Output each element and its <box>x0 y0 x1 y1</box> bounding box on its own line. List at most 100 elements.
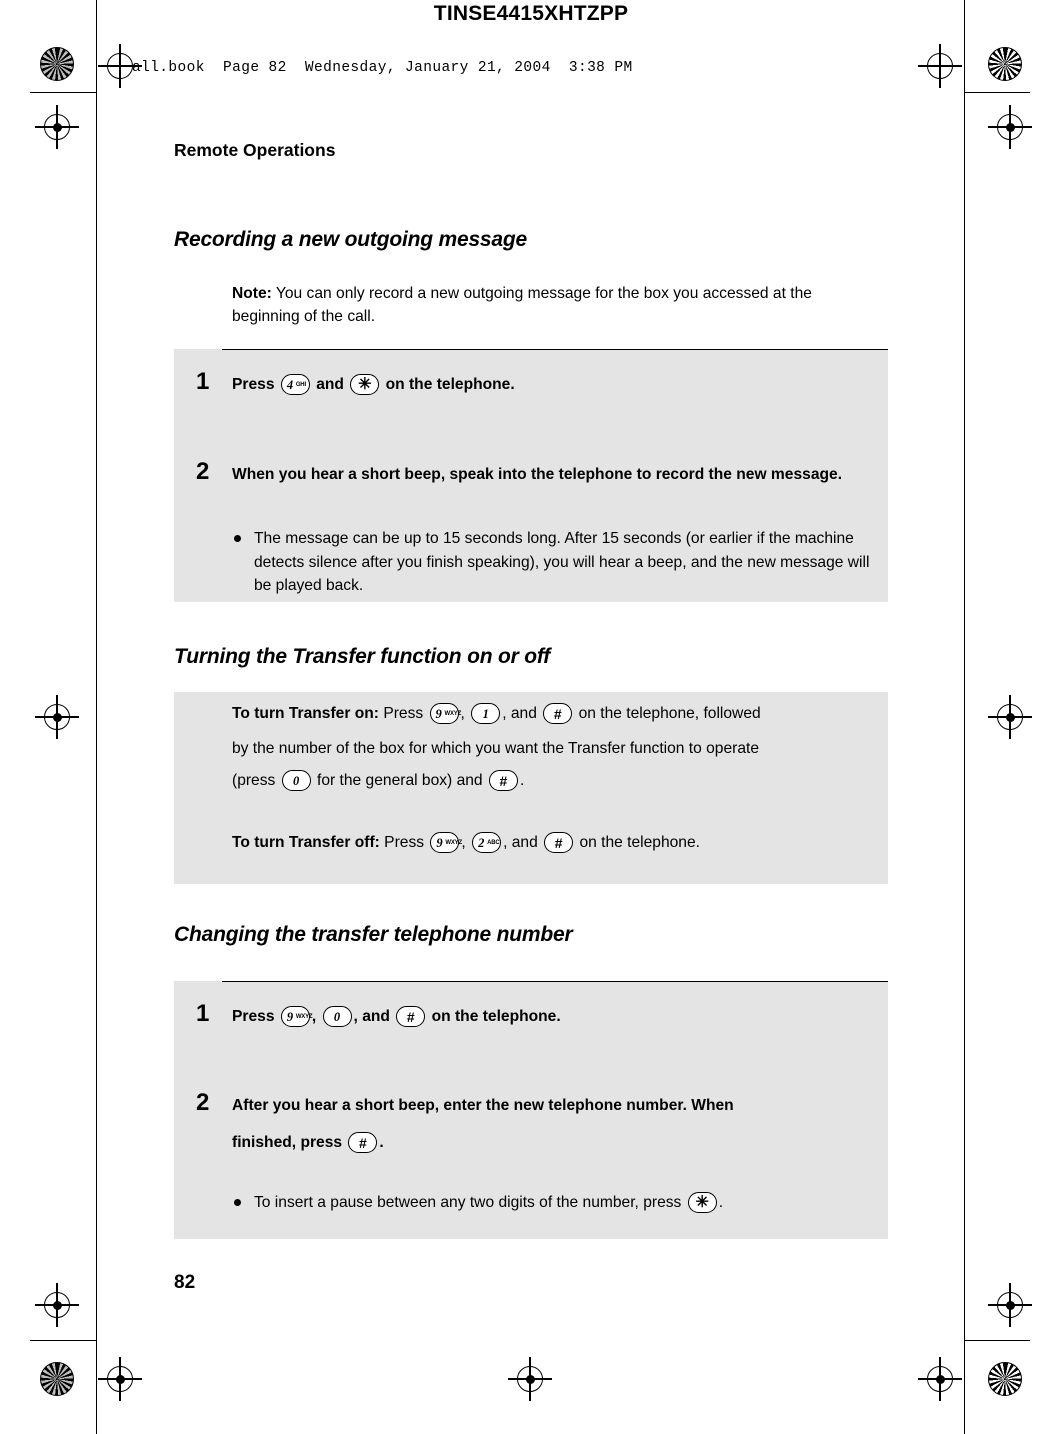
registration-mark-right-upper <box>988 105 1032 149</box>
step-number-3-2: 2 <box>196 1089 210 1116</box>
key-9-digit: 9 <box>435 706 442 721</box>
key-9-digit: 9 <box>286 1009 294 1024</box>
step-text-1-2: When you hear a short beep, speak into t… <box>232 466 843 483</box>
crop-mark-right <box>964 0 966 1434</box>
step-text-3-1: Press 9 WXYZ , 0 , and # on the telephon… <box>232 1005 877 1029</box>
key-hash-change[interactable]: # <box>396 1006 426 1028</box>
star-icon: ✳ <box>358 375 372 393</box>
crop-mark-top-left <box>30 92 96 94</box>
key-0-general-box[interactable]: 0 <box>281 770 311 792</box>
step-1-1-pre: Press <box>232 376 275 393</box>
transfer-off-t4: on the telephone. <box>579 834 700 851</box>
key-9-letters: WXYZ <box>445 839 462 846</box>
hash-icon: # <box>554 834 563 851</box>
key-hash-off[interactable]: # <box>544 832 574 854</box>
registration-mark-right-lower <box>988 1283 1032 1327</box>
running-head: Remote Operations <box>174 140 336 160</box>
step-text-3-2-line2: finished, press # . <box>232 1131 877 1155</box>
key-2-digit: 2 <box>478 835 485 850</box>
key-4-ghi[interactable]: 4 GHI <box>280 374 310 396</box>
transfer-off-t1: Press <box>379 834 425 851</box>
hash-icon: # <box>359 1134 367 1151</box>
key-9-letters: WXYZ <box>444 710 462 717</box>
registration-starburst-top-left <box>40 47 74 81</box>
step-1-1-post: on the telephone. <box>385 376 515 393</box>
tinse-code: TINSE4415XHTZPP <box>433 2 629 25</box>
key-9-wxyz-on[interactable]: 9 WXYZ <box>429 703 462 725</box>
key-4-digit: 4 <box>286 377 294 392</box>
section-heading-transfer: Turning the Transfer function on or off <box>174 645 551 668</box>
note-recording: Note: You can only record a new outgoing… <box>232 282 877 328</box>
key-star[interactable]: ✳ <box>350 374 380 396</box>
hash-icon: # <box>406 1008 415 1025</box>
crop-mark-bottom-left <box>30 1340 96 1342</box>
key-hash-finish[interactable]: # <box>348 1132 378 1154</box>
transfer-on-label: To turn Transfer on: <box>232 705 379 722</box>
step-text-3-2-line1: After you hear a short beep, enter the n… <box>232 1097 734 1114</box>
bullet-3-2-tail: . <box>718 1194 724 1211</box>
transfer-on-line3: (press 0 for the general box) and # . <box>232 768 892 793</box>
file-stamp: all.book Page 82 Wednesday, January 21, … <box>132 60 633 76</box>
transfer-on-line3b: for the general box) and <box>317 772 483 789</box>
step-number-1-1: 1 <box>196 368 210 395</box>
key-9-letters: WXYZ <box>295 1013 313 1020</box>
key-4-letters: GHI <box>295 381 306 388</box>
transfer-on-line3c: . <box>519 772 525 789</box>
key-2-abc[interactable]: 2 ABC <box>472 832 502 854</box>
registration-starburst-bottom-right <box>988 1362 1022 1396</box>
registration-mark-left-middle <box>35 695 79 739</box>
registration-starburst-top-right <box>988 47 1022 81</box>
key-0-digit: 0 <box>333 1009 341 1024</box>
step-3-1-post: on the telephone. <box>431 1008 561 1025</box>
key-9-wxyz-off[interactable]: 9 WXYZ <box>430 832 462 854</box>
step-3-2-text2a: finished, press <box>232 1134 343 1151</box>
step-3-1-pre: Press <box>232 1008 275 1025</box>
bullet-text-3-2-a: To insert a pause between any two digits… <box>254 1191 874 1215</box>
transfer-off-label: To turn Transfer off: <box>232 834 380 851</box>
bullet-text-1-2-a: The message can be up to 15 seconds long… <box>254 530 870 594</box>
registration-mark-left-upper <box>35 105 79 149</box>
transfer-off-paragraph: To turn Transfer off: Press 9 WXYZ , 2 A… <box>232 830 892 855</box>
note-text: You can only record a new outgoing messa… <box>232 285 812 325</box>
key-0-change[interactable]: 0 <box>322 1006 352 1028</box>
transfer-off-t3: , and <box>503 834 538 851</box>
transfer-on-paragraph: To turn Transfer on: Press 9 WXYZ , 1 , … <box>232 701 877 726</box>
key-0-digit: 0 <box>293 773 300 788</box>
key-star-pause[interactable]: ✳ <box>687 1192 717 1214</box>
section-heading-changing-number: Changing the transfer telephone number <box>174 923 573 946</box>
key-2-letters: ABC <box>487 839 500 846</box>
key-hash-on[interactable]: # <box>543 703 573 725</box>
hash-icon: # <box>499 772 508 789</box>
step-number-3-1: 1 <box>196 1000 210 1027</box>
registration-mark-bottom-center <box>508 1357 552 1401</box>
crop-mark-bottom-right <box>964 1340 1030 1342</box>
step-number-1-2: 2 <box>196 458 210 485</box>
step-rule-3-1-top <box>222 981 888 983</box>
registration-mark-bottom-left <box>98 1357 142 1401</box>
transfer-on-t3: , and <box>502 705 537 722</box>
step-block-1-1 <box>174 349 888 444</box>
registration-mark-bottom-right <box>918 1357 962 1401</box>
registration-mark-right-middle <box>988 695 1032 739</box>
registration-mark-top-right <box>918 44 962 88</box>
transfer-on-line2: by the number of the box for which you w… <box>232 740 760 757</box>
hash-icon: # <box>553 705 562 722</box>
step-3-2-text2b: . <box>379 1134 384 1151</box>
registration-starburst-bottom-left <box>40 1362 74 1396</box>
key-1-digit: 1 <box>482 706 489 721</box>
transfer-on-t1: Press <box>378 705 424 722</box>
key-9-digit: 9 <box>436 835 443 850</box>
key-1[interactable]: 1 <box>471 703 501 725</box>
bullet-icon-3-2-a <box>234 1199 241 1206</box>
crop-mark-top-right <box>964 92 1030 94</box>
step-rule-1-1-top <box>222 349 888 351</box>
step-1-1-mid: and <box>316 376 344 393</box>
star-icon: ✳ <box>695 1193 709 1211</box>
transfer-on-line3a: (press <box>232 772 276 789</box>
step-3-1-sep2: , and <box>353 1008 390 1025</box>
step-text-1-1: Press 4 GHI and ✳ on the telephone. <box>232 373 872 397</box>
bullet-icon-1-2-a <box>234 535 241 542</box>
key-hash-general-box[interactable]: # <box>488 770 518 792</box>
key-9-wxyz-change[interactable]: 9 WXYZ <box>280 1006 313 1028</box>
transfer-on-t4: on the telephone, followed <box>578 705 761 722</box>
